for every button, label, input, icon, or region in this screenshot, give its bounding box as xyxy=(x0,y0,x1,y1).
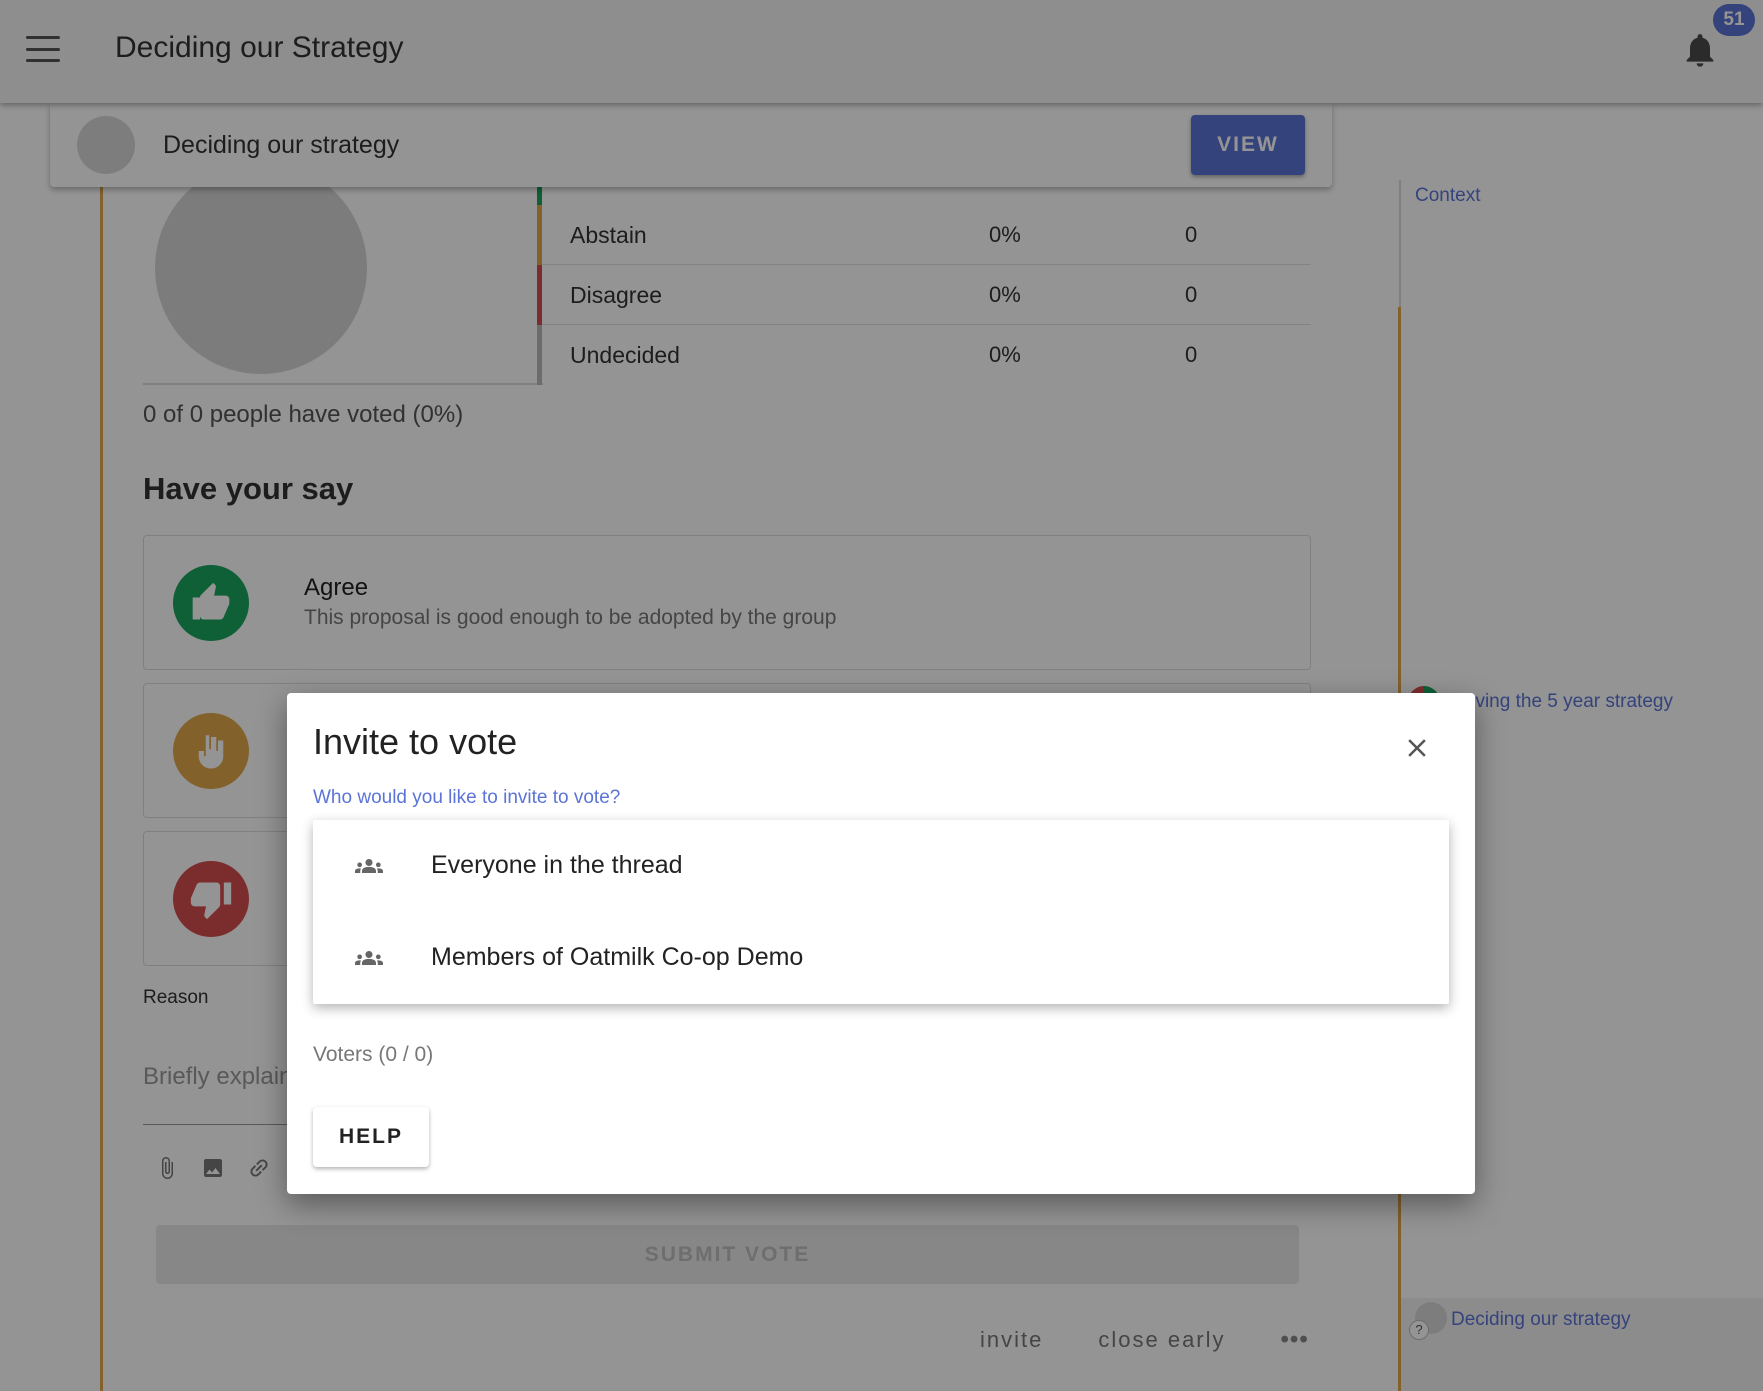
suggestion-label: Everyone in the thread xyxy=(431,851,683,879)
group-icon xyxy=(355,951,383,965)
group-icon xyxy=(355,859,383,873)
invite-field-label: Who would you like to invite to vote? xyxy=(313,787,621,808)
suggestion-group-members[interactable]: Members of Oatmilk Co-op Demo xyxy=(313,912,1449,1004)
invite-to-vote-dialog: Invite to vote Who would you like to inv… xyxy=(287,693,1475,1194)
help-button[interactable]: HELP xyxy=(313,1107,429,1167)
suggestion-label: Members of Oatmilk Co-op Demo xyxy=(431,943,804,971)
suggestion-everyone-in-thread[interactable]: Everyone in the thread xyxy=(313,820,1449,912)
invite-suggestions-list: Everyone in the thread Members of Oatmil… xyxy=(313,820,1449,1004)
dialog-title: Invite to vote xyxy=(313,721,518,762)
close-icon[interactable] xyxy=(1395,726,1439,770)
voters-count: Voters (0 / 0) xyxy=(313,1043,434,1066)
